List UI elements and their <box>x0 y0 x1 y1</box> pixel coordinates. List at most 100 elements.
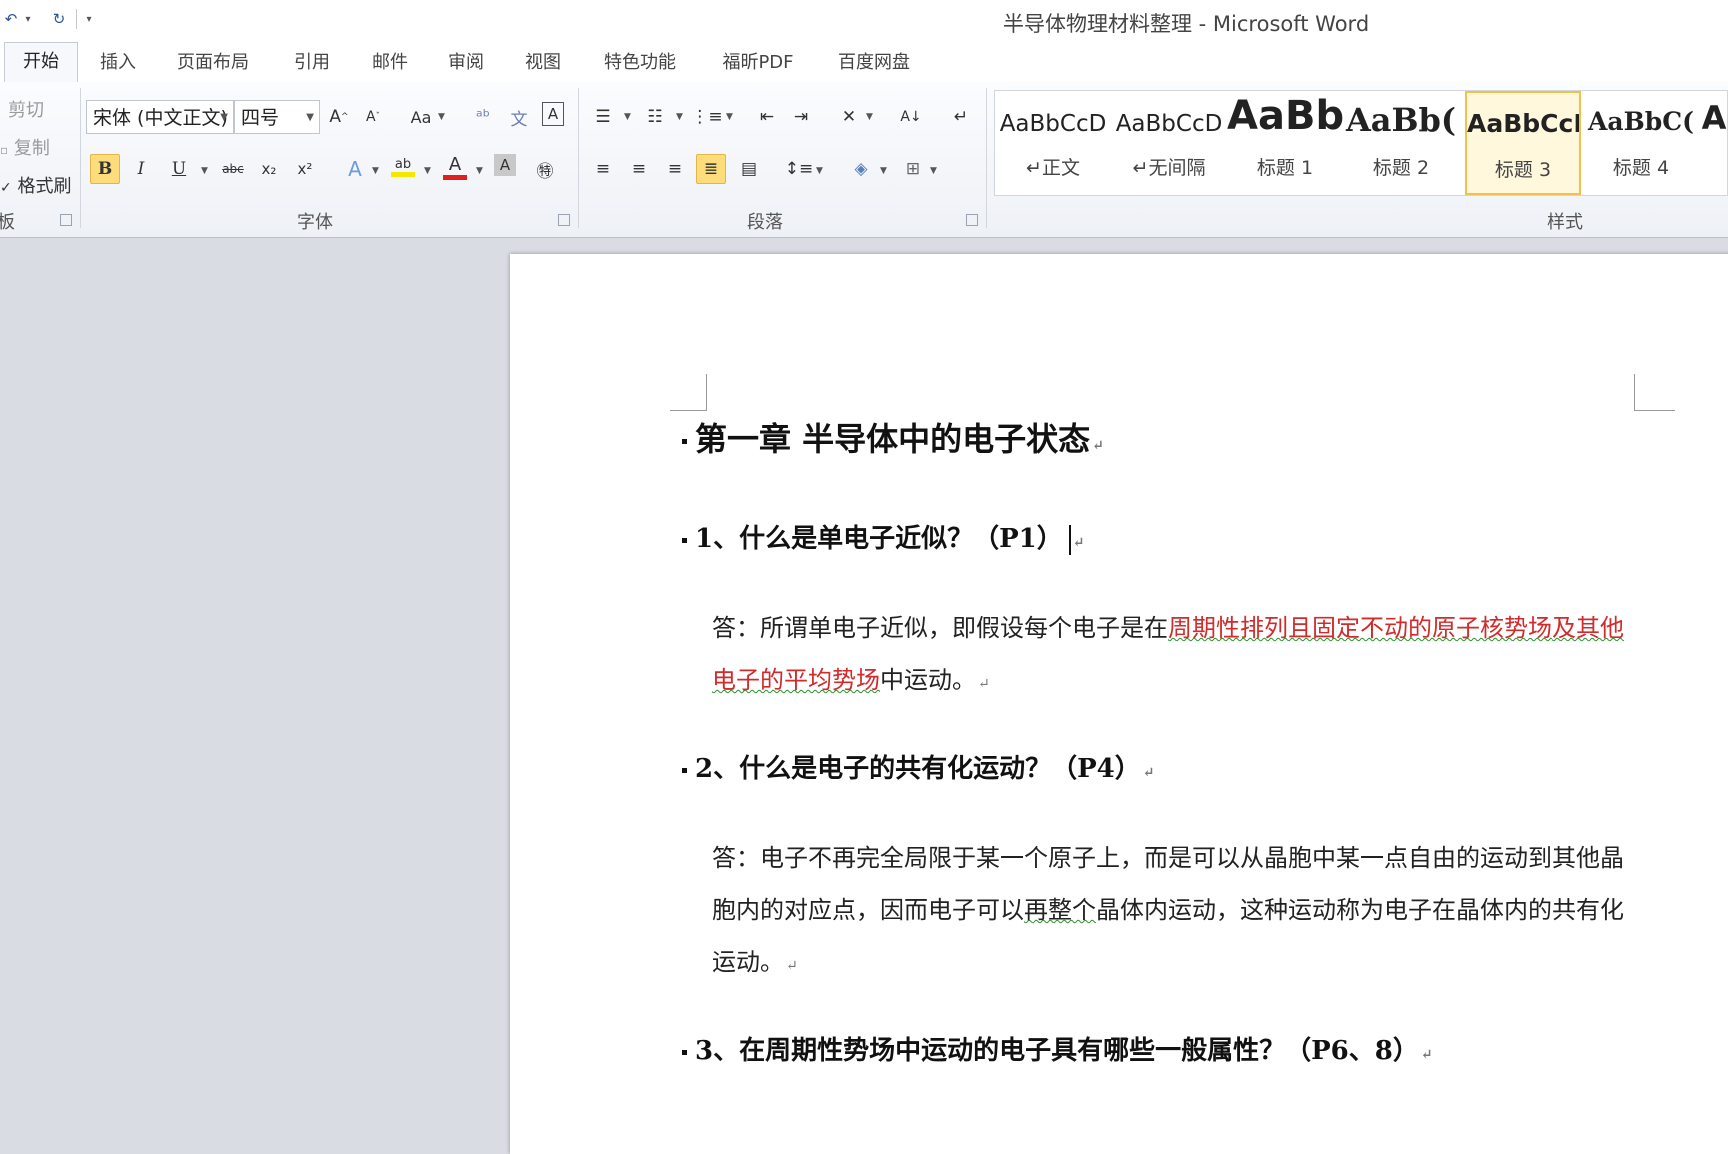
increase-indent-icon[interactable]: ⇥ <box>786 102 816 132</box>
borders-icon[interactable]: ⊞ <box>898 154 928 184</box>
undo-icon[interactable]: ↶ <box>0 8 22 30</box>
style-sample: AaBbCcI <box>1467 109 1581 138</box>
ribbon-tabs: 开始 插入 页面布局 引用 邮件 审阅 视图 特色功能 福昕PDF 百度网盘 <box>0 40 1728 83</box>
font-dialog-launcher-icon[interactable] <box>558 214 570 226</box>
style-no-spacing[interactable]: AaBbCcD ↵无间隔 <box>1111 91 1227 195</box>
font-size-dropdown-icon[interactable]: ▼ <box>306 101 314 133</box>
paragraph-mark-icon: ↵ <box>1092 438 1104 454</box>
phonetic-guide-icon[interactable]: 文 <box>504 102 534 132</box>
tab-home[interactable]: 开始 <box>4 42 78 83</box>
numbering-dropdown-icon[interactable]: ▼ <box>676 112 683 122</box>
document-page[interactable]: 第一章 半导体中的电子状态 ↵ 1、什么是单电子近似？（P1） ↵ 答：所谓单电子近… <box>510 254 1728 1154</box>
style-heading-3[interactable]: AaBbCcI 标题 3 <box>1465 91 1581 195</box>
subscript-button[interactable]: x₂ <box>254 154 284 184</box>
distributed-icon[interactable]: ▤ <box>734 154 764 184</box>
underline-button[interactable]: U <box>164 154 194 184</box>
tab-insert[interactable]: 插入 <box>88 44 148 82</box>
tab-references[interactable]: 引用 <box>282 44 342 82</box>
style-heading-2[interactable]: AaBb( 标题 2 <box>1343 91 1459 195</box>
strikethrough-button[interactable]: abc <box>218 154 248 184</box>
format-painter-button[interactable]: ✓ 格式刷 <box>0 172 71 198</box>
tab-view[interactable]: 视图 <box>513 44 573 82</box>
chapter-heading[interactable]: 第一章 半导体中的电子状态 ↵ <box>682 414 1104 460</box>
answer-2-paragraph[interactable]: 答：电子不再完全局限于某一个原子上，而是可以从晶胞中某一点自由的运动到其他晶胞内… <box>712 832 1632 992</box>
bold-button[interactable]: B <box>90 154 120 184</box>
numbering-icon[interactable]: ☷ <box>640 102 670 132</box>
style-sample: AaBbC( <box>1588 107 1694 136</box>
font-color-dropdown-icon[interactable]: ▼ <box>476 166 483 176</box>
enclose-characters-icon[interactable]: ㊕ <box>530 154 560 184</box>
sort-icon[interactable]: A↓ <box>896 102 926 132</box>
text-effects-dropdown-icon[interactable]: ▼ <box>372 166 379 176</box>
redo-icon[interactable]: ↻ <box>48 8 70 30</box>
style-title[interactable]: A <box>1699 91 1728 195</box>
copy-button[interactable]: ▫ 复制 <box>0 134 50 160</box>
style-sample: AaBb <box>1227 93 1343 139</box>
font-name-dropdown-icon[interactable]: ▼ <box>220 101 228 133</box>
style-heading-1[interactable]: AaBb 标题 1 <box>1227 91 1343 195</box>
para-bullet-icon <box>682 439 687 444</box>
tab-review[interactable]: 审阅 <box>436 44 496 82</box>
document-area[interactable]: 第一章 半导体中的电子状态 ↵ 1、什么是单电子近似？（P1） ↵ 答：所谓单电子近… <box>0 238 1728 1154</box>
highlight-dropdown-icon[interactable]: ▼ <box>424 166 431 176</box>
undo-dropdown-icon[interactable]: ▾ <box>22 14 34 25</box>
change-case-icon[interactable]: Aa <box>406 102 436 132</box>
shading-icon[interactable]: ◈ <box>846 154 876 184</box>
line-spacing-icon[interactable]: ↕≡ <box>784 154 814 184</box>
paragraph-group-label: 段落 <box>747 212 783 233</box>
grow-font-icon[interactable]: A ^ <box>324 102 354 132</box>
font-color-icon[interactable]: A <box>440 152 470 182</box>
question-1-heading[interactable]: 1、什么是单电子近似？（P1） ↵ <box>682 518 1084 555</box>
underline-dropdown-icon[interactable]: ▼ <box>201 166 208 176</box>
superscript-button[interactable]: x² <box>290 154 320 184</box>
answer-2-spelling-flag: 再整个 <box>1024 896 1096 924</box>
borders-dropdown-icon[interactable]: ▼ <box>930 166 937 176</box>
character-border-icon[interactable]: A <box>542 102 564 126</box>
paragraph-dialog-launcher-icon[interactable] <box>966 214 978 226</box>
font-name-combo[interactable]: 宋体 (中文正文) ▼ <box>86 100 234 134</box>
tab-special-features[interactable]: 特色功能 <box>594 44 686 82</box>
line-spacing-dropdown-icon[interactable]: ▼ <box>816 166 823 176</box>
character-shading-icon[interactable]: A <box>494 154 516 176</box>
tab-mailings[interactable]: 邮件 <box>360 44 420 82</box>
styles-group-label: 样式 <box>1547 212 1583 233</box>
bullets-dropdown-icon[interactable]: ▼ <box>624 112 631 122</box>
question-3-heading[interactable]: 3、在周期性势场中运动的电子具有哪些一般属性？（P6、8） ↵ <box>682 1030 1433 1067</box>
style-name: 标题 4 <box>1612 157 1670 179</box>
style-normal[interactable]: AaBbCcD ↵正文 <box>995 91 1111 195</box>
align-right-icon[interactable]: ≡ <box>660 154 690 184</box>
shading-dropdown-icon[interactable]: ▼ <box>880 166 887 176</box>
change-case-dropdown-icon[interactable]: ▼ <box>438 112 445 122</box>
decrease-indent-icon[interactable]: ⇤ <box>752 102 782 132</box>
tab-baidu-netdisk[interactable]: 百度网盘 <box>828 44 920 82</box>
multilevel-list-dropdown-icon[interactable]: ▼ <box>726 112 733 122</box>
text-effects-icon[interactable]: A <box>340 154 370 184</box>
multilevel-list-icon[interactable]: ⋮≡ <box>691 102 722 132</box>
clipboard-dialog-launcher-icon[interactable] <box>60 214 72 226</box>
tab-foxit-pdf[interactable]: 福昕PDF <box>712 44 804 82</box>
align-left-icon[interactable]: ≡ <box>588 154 618 184</box>
title-bar: ↶ ▾ ↻ ▾ 半导体物理材料整理 - Microsoft Word <box>0 0 1728 40</box>
copy-icon: ▫ <box>0 143 9 157</box>
justify-icon[interactable]: ≣ <box>696 154 726 184</box>
style-name: ↵正文 <box>1026 157 1080 179</box>
highlight-icon[interactable]: ab <box>388 152 418 182</box>
align-center-icon[interactable]: ≡ <box>624 154 654 184</box>
customize-qat-icon[interactable]: ▾ <box>83 14 95 25</box>
chinese-layout-icon[interactable]: ✕ <box>834 102 864 132</box>
chinese-layout-dropdown-icon[interactable]: ▼ <box>866 112 873 122</box>
font-color-glyph: A <box>448 154 462 175</box>
shrink-font-icon[interactable]: Aˇ <box>358 102 388 132</box>
bullets-icon[interactable]: ☰ <box>588 102 618 132</box>
answer-1-paragraph[interactable]: 答：所谓单电子近似，即假设每个电子是在周期性排列且固定不动的原子核势场及其他电子… <box>712 602 1632 710</box>
style-name: 标题 1 <box>1256 157 1314 179</box>
tab-page-layout[interactable]: 页面布局 <box>168 44 258 82</box>
show-marks-icon[interactable]: ↵ <box>946 102 976 132</box>
question-2-heading[interactable]: 2、什么是电子的共有化运动？（P4） ↵ <box>682 748 1154 785</box>
clear-formatting-icon[interactable]: ᵃᵇ <box>468 102 498 132</box>
font-size-combo[interactable]: 四号 ▼ <box>234 100 320 134</box>
cut-button[interactable]: 剪切 <box>8 96 44 122</box>
question-3-text: 3、在周期性势场中运动的电子具有哪些一般属性？（P6、8） <box>695 1036 1419 1066</box>
style-heading-4[interactable]: AaBbC( 标题 4 <box>1583 91 1699 195</box>
italic-button[interactable]: I <box>126 154 156 184</box>
